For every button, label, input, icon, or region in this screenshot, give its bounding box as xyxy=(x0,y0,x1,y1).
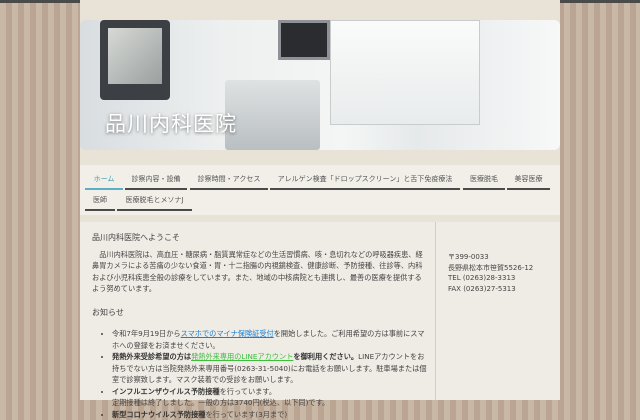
nav-cosmetic[interactable]: 美容医療 xyxy=(507,170,550,190)
page-container: 品川内科医院 ホーム 診察内容・設備 診察時間・アクセス アレルゲン検査「ドロッ… xyxy=(80,0,560,400)
news-item: 発熱外来受診希望の方は発熱外来専用のLINEアカウントを御利用ください。LINE… xyxy=(112,351,427,386)
mynumber-link[interactable]: スマホでのマイナ保険証受付 xyxy=(181,329,274,338)
phone: TEL (0263)28-3313 xyxy=(448,273,560,284)
main-nav: ホーム 診察内容・設備 診察時間・アクセス アレルゲン検査「ドロップスクリーン」… xyxy=(80,165,560,215)
content-area: 品川内科医院へようこそ 品川内科医院は、高血圧・糖尿病・脂質異常症などの生活習慣… xyxy=(80,222,560,400)
site-title[interactable]: 品川内科医院 xyxy=(105,108,237,138)
nav-home[interactable]: ホーム xyxy=(85,170,123,190)
main-column: 品川内科医院へようこそ 品川内科医院は、高血圧・糖尿病・脂質異常症などの生活習慣… xyxy=(92,232,427,420)
news-list: 令和7年9月19日からスマホでのマイナ保険証受付を開始しました。ご利用希望の方は… xyxy=(112,328,427,420)
fax: FAX (0263)27-5313 xyxy=(448,284,560,295)
welcome-text: 品川内科医院は、高血圧・糖尿病・脂質異常症などの生活習慣病、咳・息切れなどの呼吸… xyxy=(92,249,427,295)
nav-services[interactable]: 診察内容・設備 xyxy=(125,170,187,190)
nav-hair-removal[interactable]: 医療脱毛 xyxy=(463,170,505,190)
zip-code: 〒399-0033 xyxy=(448,252,560,263)
endoscope-monitor-image xyxy=(278,20,330,60)
news-heading: お知らせ xyxy=(92,307,427,319)
nav-doctor[interactable]: 医師 xyxy=(85,191,115,211)
nav-mesona[interactable]: 医療脱毛とメソナJ xyxy=(117,191,192,211)
window-image xyxy=(330,20,480,125)
news-item: インフルエンザウイルス予防接種を行っています。定期接種は終了しました。一般の方は… xyxy=(112,386,427,409)
ultrasound-monitor-image xyxy=(100,20,170,100)
line-account-link[interactable]: 発熱外来専用のLINEアカウント xyxy=(191,352,293,361)
header-banner: 品川内科医院 xyxy=(80,20,560,150)
news-item: 新型コロナウイルス予防接種を行っています(3月まで) xyxy=(112,409,427,420)
news-item: 令和7年9月19日からスマホでのマイナ保険証受付を開始しました。ご利用希望の方は… xyxy=(112,328,427,351)
endoscope-cart-image xyxy=(225,80,320,150)
nav-hours-access[interactable]: 診察時間・アクセス xyxy=(190,170,268,190)
address: 長野県松本市笹賀5526-12 xyxy=(448,263,560,274)
welcome-heading: 品川内科医院へようこそ xyxy=(92,232,427,244)
sidebar-contact: 〒399-0033 長野県松本市笹賀5526-12 TEL (0263)28-3… xyxy=(435,222,560,400)
nav-allergen[interactable]: アレルゲン検査「ドロップスクリーン」と舌下免疫療法 xyxy=(270,170,460,190)
